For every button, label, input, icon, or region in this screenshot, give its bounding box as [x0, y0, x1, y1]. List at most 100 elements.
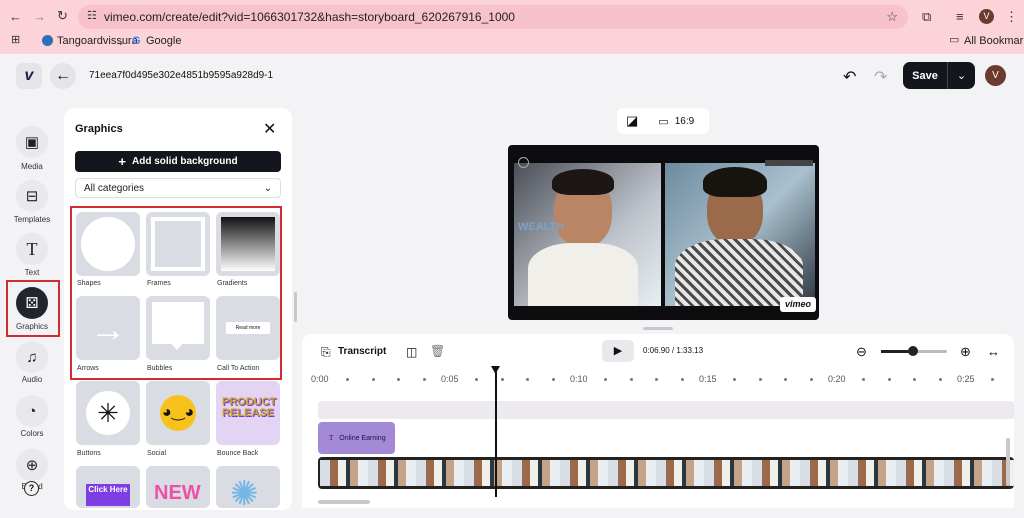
horizontal-scrollbar[interactable]	[318, 500, 370, 504]
rail-label-graphics: Graphics	[15, 322, 48, 331]
card-shapes[interactable]	[76, 212, 140, 276]
forward-icon[interactable]: →	[33, 10, 46, 23]
address-bar[interactable]: ☷ vimeo.com/create/edit?vid=1066301732&h…	[78, 5, 908, 29]
menu-icon[interactable]: ⋮	[1005, 10, 1018, 23]
ruler-tick	[861, 378, 865, 381]
redo-icon[interactable]: ↷	[874, 67, 887, 87]
video-preview[interactable]: WEALTH vimeo	[508, 145, 819, 320]
transcript-icon[interactable]: ⎘	[321, 345, 331, 360]
plus-icon: +	[118, 154, 127, 169]
card-arrows[interactable]: →	[76, 296, 140, 360]
canvas-toolbar: ◪ ▭ 16:9	[617, 108, 709, 134]
card-bounce-back[interactable]: PRODUCT RELEASE	[216, 381, 280, 445]
reload-icon[interactable]: ↻	[57, 9, 68, 22]
zoom-slider[interactable]	[881, 346, 947, 356]
video-frame-right	[665, 163, 815, 306]
new-sample: NEW	[154, 482, 201, 504]
card-flower[interactable]: ✺	[216, 466, 280, 508]
preview-resize-handle[interactable]	[643, 327, 673, 330]
card-label-buttons: Buttons	[77, 450, 101, 457]
vertical-scrollbar[interactable]	[1006, 438, 1010, 486]
apps-icon[interactable]: ⊞	[11, 35, 20, 46]
card-call-to-action[interactable]: Read more	[216, 296, 280, 360]
zoom-slider-thumb[interactable]	[908, 346, 918, 356]
undo-icon[interactable]: ↶	[843, 67, 856, 87]
extensions-icon[interactable]: ⧉	[922, 10, 931, 23]
ruler-tick	[887, 378, 891, 381]
card-label-bounce: Bounce Back	[217, 450, 259, 457]
category-select[interactable]: All categories ⌄	[75, 178, 281, 198]
transcript-button[interactable]: Transcript	[338, 346, 386, 357]
arrow-right-icon: →	[90, 308, 126, 349]
card-new[interactable]: NEW	[146, 466, 210, 508]
url-text: vimeo.com/create/edit?vid=1066301732&has…	[104, 10, 515, 24]
zoom-out-icon[interactable]: ⊖	[856, 344, 867, 360]
reading-list-icon[interactable]: ≡	[956, 10, 964, 23]
empty-track	[318, 401, 1014, 419]
star-icon[interactable]: ☆	[886, 10, 898, 23]
video-frame-left: WEALTH	[514, 163, 661, 306]
rail-label-media: Media	[21, 162, 43, 171]
user-avatar[interactable]: V	[985, 65, 1006, 86]
ruler-tick	[474, 378, 478, 381]
ruler-tick	[500, 378, 504, 381]
image-icon[interactable]: ▣	[16, 126, 48, 158]
palette-icon[interactable]: ◔	[16, 395, 48, 427]
ruler-tick	[603, 378, 607, 381]
chevron-down-icon: ⌄	[263, 182, 272, 194]
save-button[interactable]: Save	[903, 70, 947, 82]
card-bubbles[interactable]	[146, 296, 210, 360]
panel-title: Graphics	[75, 123, 123, 135]
fit-width-icon[interactable]: ↔	[987, 344, 1000, 359]
category-value: All categories	[84, 182, 145, 194]
text-icon[interactable]: T	[16, 233, 48, 265]
card-label-arrows: Arrows	[77, 365, 99, 372]
tick-label: 0:00	[311, 374, 329, 384]
all-bookmarks[interactable]: All Bookmarks	[964, 35, 1024, 47]
chevron-down-icon[interactable]: ⌄	[948, 69, 975, 82]
card-click-here[interactable]: Click Here	[76, 466, 140, 508]
card-label-gradients: Gradients	[217, 280, 248, 287]
add-solid-background-button[interactable]: + Add solid background	[75, 151, 281, 172]
zoom-in-icon[interactable]: ⊕	[960, 344, 971, 360]
tick-label: 0:25	[957, 374, 975, 384]
panel-resize-handle[interactable]	[294, 292, 297, 322]
site-settings-icon[interactable]: ☷	[87, 11, 97, 22]
vimeo-logo[interactable]: v	[16, 63, 42, 89]
text-clip[interactable]: T Online Earning	[318, 422, 395, 454]
trash-icon[interactable]: 🗑	[430, 344, 445, 358]
rail-label-templates: Templates	[13, 215, 51, 224]
card-gradients[interactable]	[216, 212, 280, 276]
rail-label-colors: Colors	[20, 429, 44, 438]
back-icon[interactable]: ←	[9, 10, 22, 23]
card-label-shapes: Shapes	[77, 280, 101, 287]
close-icon[interactable]: ✕	[263, 119, 276, 139]
templates-icon[interactable]: ⊟	[16, 180, 48, 212]
card-buttons[interactable]: ✳	[76, 381, 140, 445]
brand-icon[interactable]: ⊕	[16, 449, 48, 481]
bookmark-google[interactable]: Google	[146, 35, 181, 47]
ruler-tick	[990, 378, 994, 381]
graphics-icon[interactable]: ⚄	[16, 287, 48, 319]
video-track[interactable]	[318, 457, 1014, 489]
vimeo-watermark: vimeo	[780, 297, 816, 312]
current-time: 0:06.90	[643, 346, 670, 355]
google-icon: G	[132, 35, 141, 47]
flower-icon: ✺	[230, 475, 259, 508]
play-button[interactable]: ▶	[602, 340, 634, 362]
card-frames[interactable]	[146, 212, 210, 276]
text-clip-label: Online Earning	[339, 434, 386, 442]
browser-avatar[interactable]: V	[979, 9, 994, 24]
ruler-tick	[758, 378, 762, 381]
aspect-ratio-icon[interactable]: ▭	[658, 115, 668, 128]
paint-bucket-icon[interactable]: ◪	[626, 113, 638, 129]
back-arrow-icon[interactable]: ←	[50, 63, 76, 89]
music-icon[interactable]: ♫	[16, 341, 48, 373]
help-icon[interactable]: ?	[24, 481, 39, 496]
aspect-ratio-value[interactable]: 16:9	[675, 116, 694, 127]
bookmark-tango[interactable]: Tangoardvissura	[57, 35, 138, 47]
card-social[interactable]: ◕‿◕	[146, 381, 210, 445]
split-icon[interactable]: ◫	[406, 345, 417, 359]
ruler-tick	[629, 378, 633, 381]
tick-label: 0:20	[828, 374, 846, 384]
